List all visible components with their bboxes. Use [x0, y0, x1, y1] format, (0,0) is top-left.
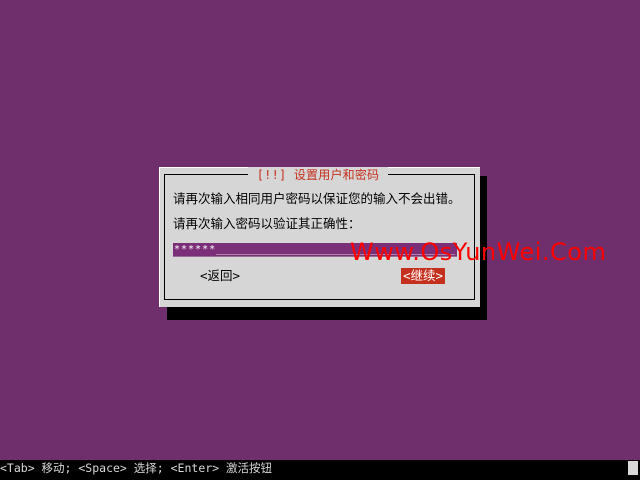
back-button[interactable]: <返回> [200, 268, 240, 284]
password-mask: ****** [174, 244, 217, 255]
confirm-password-label: 请再次输入密码以验证其正确性： [173, 216, 361, 231]
dialog-frame-top-left [164, 174, 248, 175]
text-cursor [628, 461, 638, 475]
dialog-title: [!!] 设置用户和密码 [248, 167, 388, 183]
watermark-text: Www.OsYunWei.Com [350, 238, 607, 266]
dialog-frame-top-right [388, 174, 475, 175]
installer-screen: [!!] 设置用户和密码 请再次输入相同用户密码以保证您的输入不会出错。 请再次… [0, 0, 640, 480]
keyboard-help-text: <Tab> 移动; <Space> 选择; <Enter> 激活按钮 [0, 461, 273, 475]
user-password-dialog: [!!] 设置用户和密码 请再次输入相同用户密码以保证您的输入不会出错。 请再次… [159, 167, 606, 307]
instruction-text: 请再次输入相同用户密码以保证您的输入不会出错。 [173, 191, 461, 206]
continue-button[interactable]: <继续> [401, 268, 446, 284]
